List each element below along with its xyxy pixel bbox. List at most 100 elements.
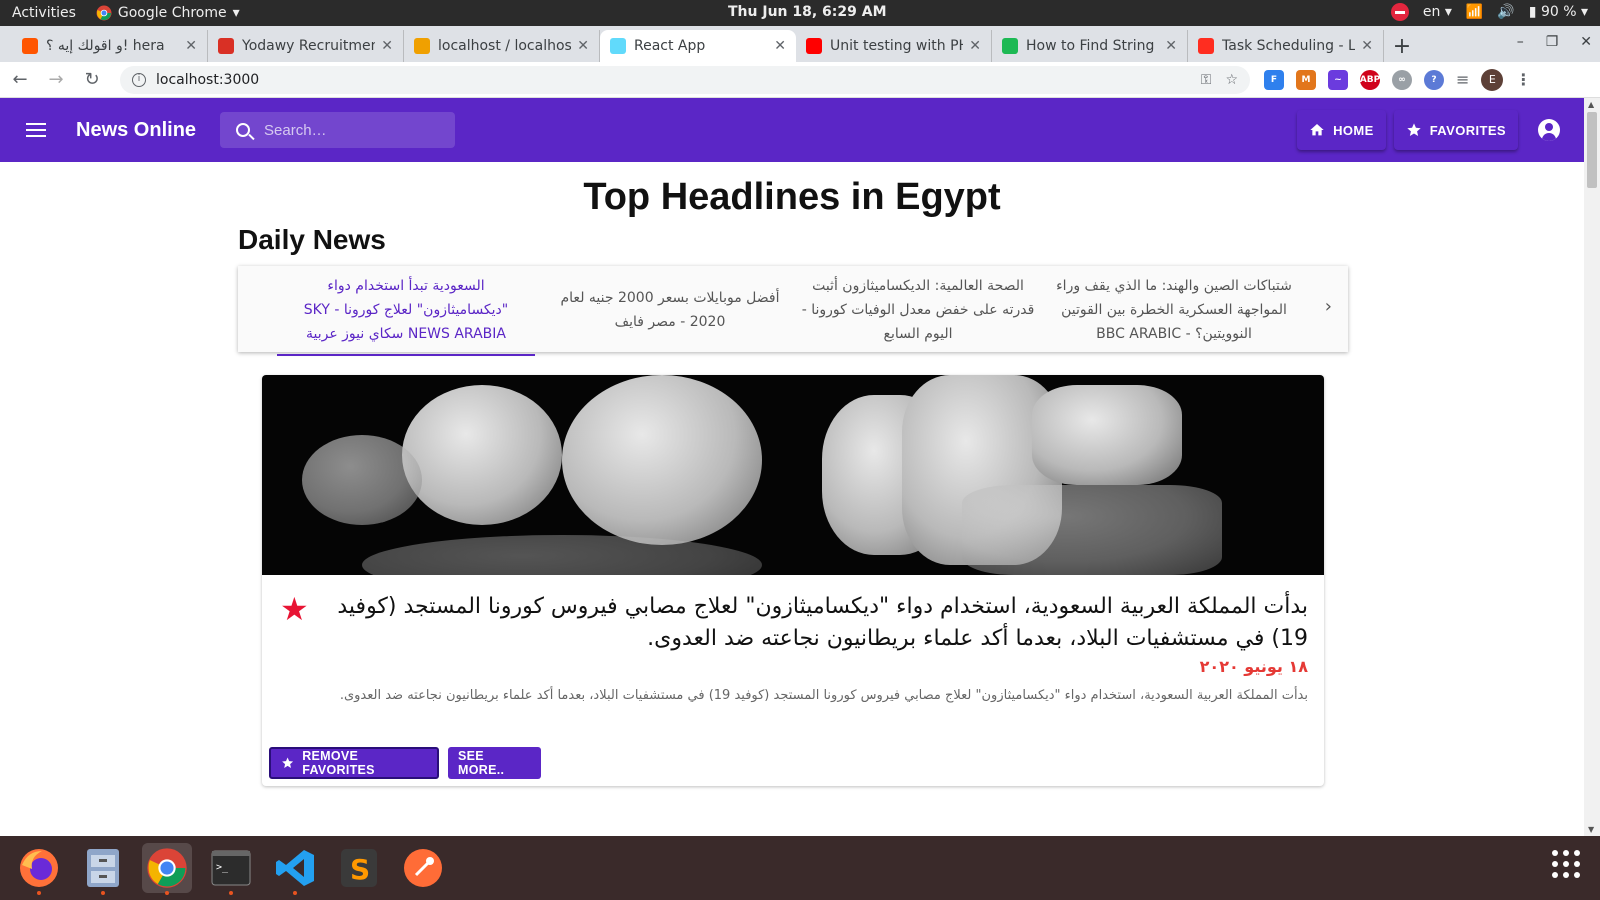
reload-icon[interactable]: ↻ [76, 69, 108, 90]
window-controls: – ❐ ✕ [1517, 34, 1592, 50]
info-icon[interactable]: i [132, 72, 146, 87]
browser-tab[interactable]: و اقولك إيه ؟! hera ✕ [12, 30, 208, 62]
scrollbar-thumb[interactable] [1587, 112, 1597, 188]
article-image [262, 375, 1324, 575]
home-button[interactable]: HOME [1297, 110, 1386, 150]
tab-label: How to Find String I [1026, 38, 1160, 54]
close-tab-icon[interactable]: ✕ [1361, 38, 1373, 54]
extension-icon[interactable]: ? [1424, 69, 1444, 90]
chevron-down-icon: ▾ [232, 5, 240, 21]
address-bar[interactable]: i localhost:3000 ⚿ ☆ [120, 65, 1250, 94]
terminal-icon: >_ [211, 850, 251, 886]
app-menu[interactable]: Google Chrome ▾ [96, 5, 240, 21]
metamask-icon[interactable]: M [1296, 69, 1316, 90]
postman-icon [404, 849, 442, 887]
tab-label: Yodawy Recruitmen [242, 38, 376, 54]
account-icon[interactable] [1538, 119, 1560, 141]
language-indicator[interactable]: en ▾ [1423, 4, 1452, 20]
browser-tab[interactable]: How to Find String I ✕ [992, 30, 1188, 62]
article-headline[interactable]: بدأت المملكة العربية السعودية، استخدام د… [318, 591, 1308, 655]
browser-tab[interactable]: Task Scheduling - La ✕ [1188, 30, 1384, 62]
carousel-item[interactable]: أفضل موبايلات بسعر 2000 جنيه لعام 2020 -… [550, 286, 790, 334]
browser-tab[interactable]: Yodawy Recruitmen ✕ [208, 30, 404, 62]
search-box[interactable] [220, 112, 456, 148]
tab-label: localhost / localhost [438, 38, 572, 54]
dock-vscode[interactable] [270, 843, 320, 895]
page-scrollbar[interactable]: ▲ ▼ [1584, 98, 1600, 836]
star-icon [282, 757, 294, 768]
media-control-icon[interactable]: ≡ [1456, 70, 1469, 89]
extension-icon[interactable]: ∞ [1392, 69, 1412, 90]
soundcloud-icon [22, 38, 38, 54]
vscode-icon [276, 850, 314, 886]
chevron-right-icon[interactable]: › [1325, 296, 1332, 317]
do-not-disturb-icon [1390, 3, 1409, 21]
wifi-icon: 📶 [1465, 4, 1484, 20]
browser-tab[interactable]: Unit testing with PH ✕ [796, 30, 992, 62]
running-indicator [101, 891, 105, 895]
carousel-item-title: شتباكات الصين والهند: ما الذي يقف وراء ا… [1056, 278, 1292, 342]
volume-icon: 🔊 [1497, 4, 1515, 20]
forward-icon[interactable]: → [40, 69, 72, 90]
show-applications-icon[interactable] [1552, 850, 1580, 878]
battery-label: 90 % [1540, 4, 1577, 20]
laravel-icon [1198, 38, 1214, 54]
menu-icon[interactable] [26, 123, 46, 137]
maximize-icon[interactable]: ❐ [1546, 34, 1559, 50]
see-more-button[interactable]: SEE MORE.. [448, 747, 541, 779]
search-input[interactable] [264, 121, 445, 139]
adblock-icon[interactable]: ABP [1360, 69, 1380, 90]
key-icon[interactable]: ⚿ [1201, 72, 1212, 88]
files-cabinet-icon [87, 849, 119, 887]
browser-tab[interactable]: React App ✕ [600, 30, 796, 62]
tab-label: Unit testing with PH [830, 38, 964, 54]
bookmark-star-icon[interactable]: ☆ [1225, 72, 1238, 88]
running-indicator [165, 891, 169, 895]
new-tab-button[interactable]: + [1384, 30, 1420, 62]
minimize-icon[interactable]: – [1517, 34, 1524, 50]
close-window-icon[interactable]: ✕ [1580, 34, 1592, 50]
close-tab-icon[interactable]: ✕ [1165, 38, 1177, 54]
profile-avatar[interactable]: E [1481, 68, 1504, 91]
dock-firefox[interactable] [14, 843, 64, 895]
close-tab-icon[interactable]: ✕ [969, 38, 981, 54]
system-tray[interactable]: en ▾ 📶 🔊 ▮ 90 % ▾ [1390, 3, 1588, 21]
active-indicator [277, 354, 535, 356]
clock[interactable]: Thu Jun 18, 6:29 AM [728, 4, 887, 20]
activities-button[interactable]: Activities [12, 5, 76, 21]
article-date: ١٨ يونيو ٢٠٢٠ [1199, 657, 1308, 676]
dock-sublime[interactable]: S [334, 843, 384, 893]
app-name: Google Chrome [117, 5, 227, 21]
browser-toolbar: ← → ↻ i localhost:3000 ⚿ ☆ F M ~ ABP ∞ ?… [0, 62, 1600, 98]
favorites-button[interactable]: FAVORITES [1394, 110, 1518, 150]
url-text[interactable]: localhost:3000 [156, 72, 1187, 88]
tab-label: Task Scheduling - La [1222, 38, 1356, 54]
close-tab-icon[interactable]: ✕ [774, 38, 786, 54]
close-tab-icon[interactable]: ✕ [381, 38, 393, 54]
favorite-star-icon[interactable]: ★ [280, 593, 309, 625]
carousel-item-title: السعودية تبدأ استخدام دواء "ديكساميثازون… [303, 278, 509, 342]
scroll-down-icon[interactable]: ▼ [1588, 825, 1594, 834]
section-title: Daily News [238, 224, 386, 255]
messenger-icon[interactable]: ~ [1328, 69, 1348, 90]
dock-files[interactable] [78, 843, 128, 895]
scroll-up-icon[interactable]: ▲ [1588, 100, 1594, 109]
close-tab-icon[interactable]: ✕ [577, 38, 589, 54]
carousel-item[interactable]: شتباكات الصين والهند: ما الذي يقف وراء ا… [1054, 274, 1294, 346]
back-icon[interactable]: ← [4, 69, 36, 90]
browser-tab[interactable]: localhost / localhost ✕ [404, 30, 600, 62]
extension-icon[interactable]: F [1264, 69, 1284, 90]
sublime-text-icon: S [341, 849, 377, 887]
dock-postman[interactable] [398, 843, 448, 893]
dock-terminal[interactable]: >_ [206, 843, 256, 895]
gmail-icon [218, 38, 234, 54]
brand-title[interactable]: News Online [76, 119, 196, 142]
carousel-item[interactable]: السعودية تبدأ استخدام دواء "ديكساميثازون… [277, 274, 535, 356]
dock-chrome[interactable] [142, 843, 192, 895]
close-tab-icon[interactable]: ✕ [185, 38, 197, 54]
menu-icon[interactable]: ⋮ [1515, 70, 1531, 89]
remove-favorites-button[interactable]: REMOVE FAVORITES [269, 747, 439, 779]
youtube-icon [806, 38, 822, 54]
tab-strip: و اقولك إيه ؟! hera ✕ Yodawy Recruitmen ✕ lo… [0, 26, 1600, 62]
carousel-item[interactable]: الصحة العالمية: الديكساميثازون أثبت قدرت… [798, 274, 1038, 346]
